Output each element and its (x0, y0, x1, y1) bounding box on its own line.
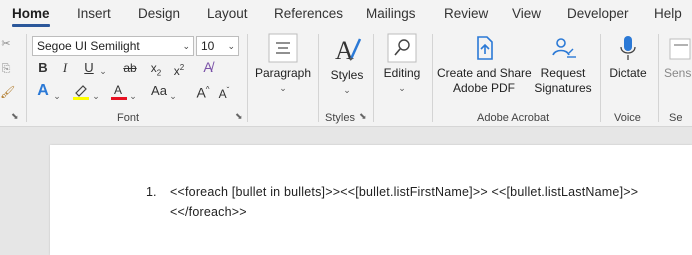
clipboard-launcher-icon[interactable]: ⬊ (11, 112, 20, 121)
signature-icon (552, 38, 576, 58)
cut-icon[interactable]: ✂ (0, 36, 12, 52)
superscript-button[interactable]: x2 (171, 60, 187, 79)
highlighter-icon (73, 85, 89, 100)
font-color-icon: A (111, 83, 127, 100)
grow-font-button[interactable]: A^ (195, 82, 211, 101)
create-share-label-1: Create and Share (437, 66, 532, 80)
copy-icon[interactable]: ⎘ (0, 61, 12, 77)
underline-button[interactable]: U (81, 60, 97, 76)
chevron-down-icon[interactable]: ⌄ (169, 88, 177, 104)
bold-button[interactable]: B (35, 60, 51, 76)
styles-icon: A (335, 36, 362, 65)
svg-text:A: A (114, 83, 122, 97)
text-effects-icon[interactable]: A (34, 83, 52, 99)
paragraph-button[interactable]: Paragraph ⌄ (254, 33, 312, 96)
separator (658, 34, 659, 122)
chevron-down-icon: ⌄ (227, 41, 235, 51)
create-share-pdf-button[interactable]: Create and Share Adobe PDF (437, 33, 532, 96)
tab-view[interactable]: View (512, 6, 541, 21)
highlight-color-button[interactable] (71, 82, 91, 104)
font-size-combo[interactable]: 10 ⌄ (196, 36, 239, 56)
sensitivity-label: Sens (664, 66, 692, 80)
tab-review[interactable]: Review (444, 6, 488, 21)
paragraph-icon (268, 33, 298, 63)
editing-label: Editing (383, 66, 421, 80)
tab-references[interactable]: References (274, 6, 343, 21)
paragraph-label: Paragraph (254, 66, 312, 80)
pdf-share-icon (477, 36, 493, 60)
separator (247, 34, 248, 122)
separator (373, 34, 374, 122)
search-icon (387, 33, 417, 63)
tab-home[interactable]: Home (12, 6, 50, 21)
chevron-down-icon[interactable]: ⌄ (92, 88, 100, 104)
font-group-label: Font (117, 112, 140, 124)
ribbon: ✂ ⎘ 🖌 ⬊ Segoe UI Semilight ⌄ 10 ⌄ B I U … (0, 28, 692, 127)
format-painter-icon[interactable]: 🖌 (0, 84, 15, 100)
sensitivity-icon (669, 38, 691, 60)
separator (26, 34, 27, 122)
chevron-down-icon[interactable]: ⌄ (53, 88, 61, 104)
separator (318, 34, 319, 122)
list-number: 1. (146, 185, 157, 199)
create-share-label-2: Adobe PDF (452, 81, 516, 95)
sensitivity-button[interactable]: Sens (664, 33, 692, 81)
chevron-down-icon[interactable]: ⌄ (99, 63, 107, 79)
chevron-down-icon[interactable]: ⌄ (129, 88, 137, 104)
dictate-button[interactable]: Dictate (605, 33, 651, 81)
tab-help[interactable]: Help (654, 6, 682, 21)
microphone-icon (620, 36, 636, 60)
font-color-button[interactable]: A (110, 82, 128, 104)
font-name-combo[interactable]: Segoe UI Semilight ⌄ (32, 36, 194, 56)
styles-group-label: Styles (325, 112, 355, 124)
tab-mailings[interactable]: Mailings (366, 6, 416, 21)
list-item-line-1[interactable]: <<foreach [bullet in bullets]>><<[bullet… (170, 185, 638, 199)
dictate-label: Dictate (609, 66, 647, 80)
svg-text:A: A (335, 36, 354, 65)
voice-group-label: Voice (614, 112, 641, 124)
shrink-font-button[interactable]: Aˇ (216, 83, 232, 102)
editing-button[interactable]: Editing ⌄ (378, 33, 426, 96)
sensitivity-group-label: Se (669, 112, 683, 124)
clear-formatting-icon[interactable]: A̸ (198, 59, 218, 75)
tab-design[interactable]: Design (138, 6, 180, 21)
active-tab-indicator (12, 24, 50, 27)
ribbon-tabs: Home Insert Design Layout References Mai… (0, 0, 692, 28)
request-signatures-button[interactable]: Request Signatures (532, 33, 594, 96)
chevron-down-icon: ⌄ (343, 85, 351, 95)
strikethrough-button[interactable]: ab (119, 60, 141, 76)
change-case-button[interactable]: Aa (149, 83, 169, 99)
separator (600, 34, 601, 122)
font-size-value: 10 (201, 39, 215, 53)
styles-button[interactable]: A Styles ⌄ (324, 33, 370, 98)
request-label-1: Request (540, 66, 586, 80)
separator (432, 34, 433, 122)
font-launcher-icon[interactable]: ⬊ (235, 112, 244, 121)
tab-layout[interactable]: Layout (207, 6, 248, 21)
chevron-down-icon: ⌄ (182, 41, 190, 51)
tab-developer[interactable]: Developer (567, 6, 629, 21)
styles-label: Styles (330, 68, 364, 82)
styles-launcher-icon[interactable]: ⬊ (359, 112, 368, 121)
font-name-value: Segoe UI Semilight (37, 39, 140, 53)
subscript-button[interactable]: x2 (148, 60, 164, 81)
document-page[interactable]: 1. <<foreach [bullet in bullets]>><<[bul… (50, 145, 692, 255)
chevron-down-icon: ⌄ (279, 83, 287, 93)
italic-button[interactable]: I (58, 60, 72, 76)
document-canvas: 1. <<foreach [bullet in bullets]>><<[bul… (0, 127, 692, 255)
list-item-line-2[interactable]: <</foreach>> (170, 205, 247, 219)
adobe-acrobat-group-label: Adobe Acrobat (477, 112, 550, 124)
request-label-2: Signatures (534, 81, 592, 95)
tab-insert[interactable]: Insert (77, 6, 111, 21)
chevron-down-icon: ⌄ (398, 83, 406, 93)
